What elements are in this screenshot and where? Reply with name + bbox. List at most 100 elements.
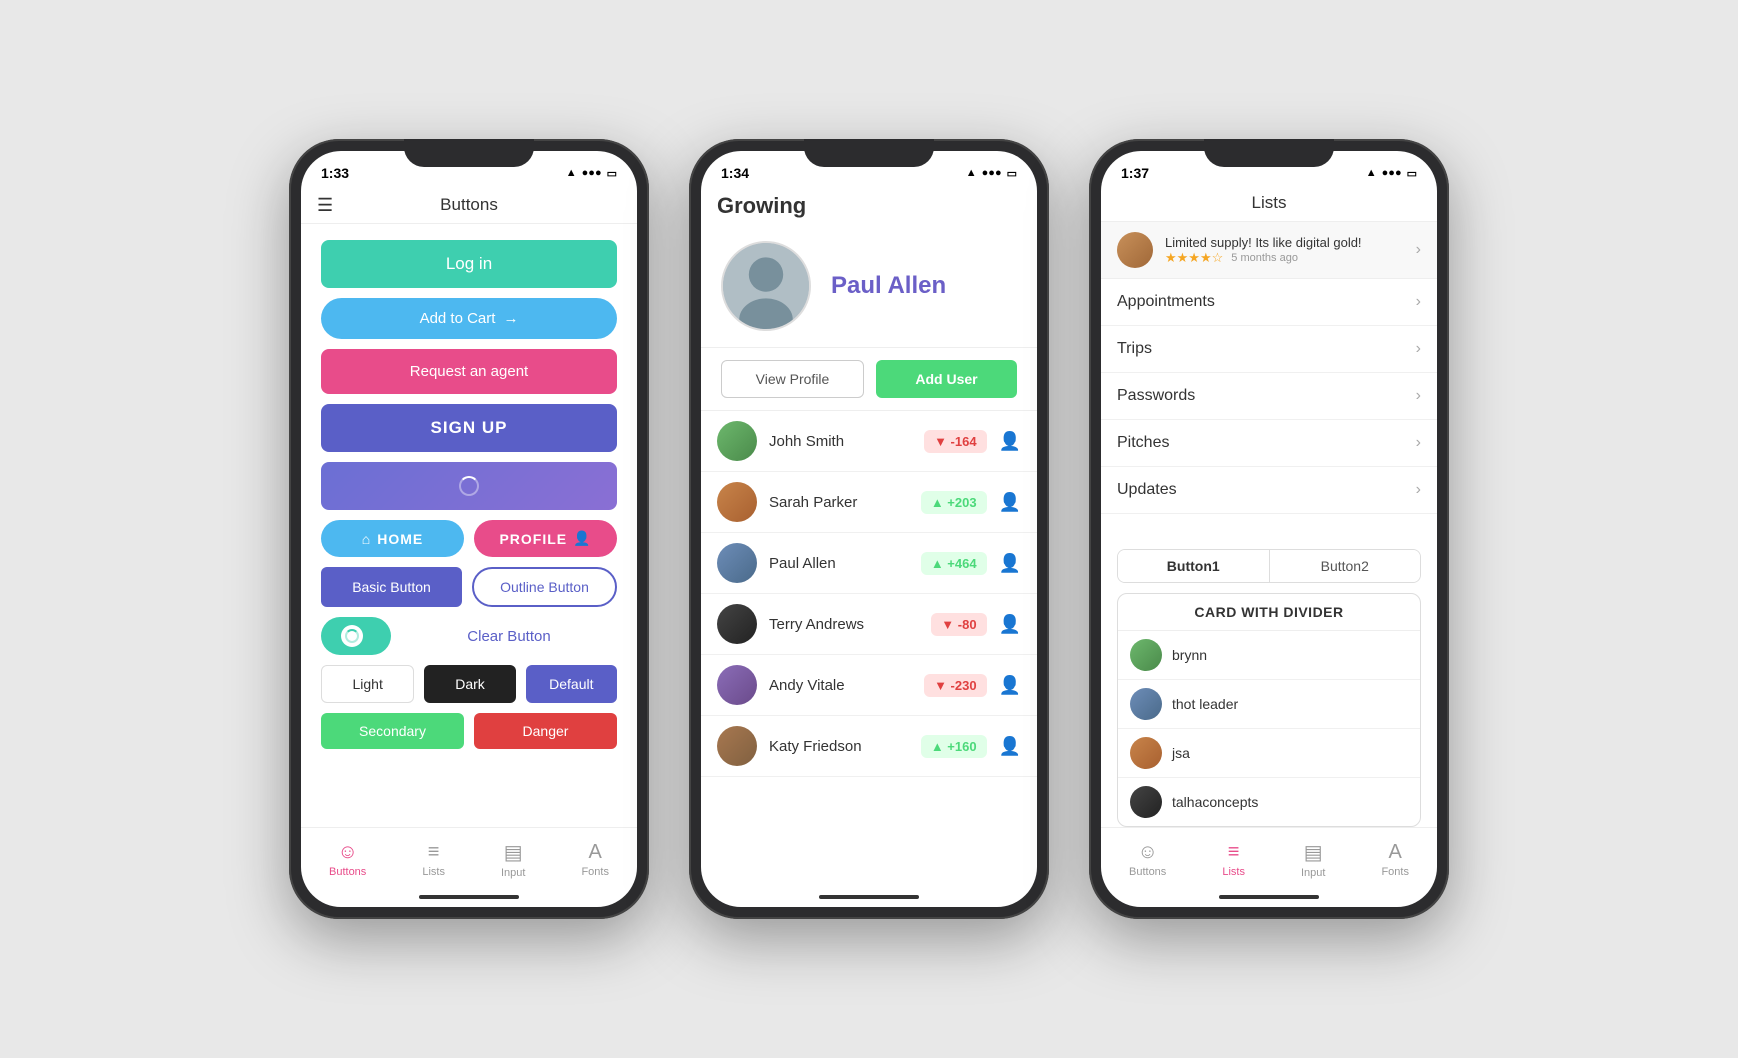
appointments-chevron-icon: › [1416,293,1421,311]
list-item-updates[interactable]: Updates › [1101,467,1437,514]
nav-buttons[interactable]: ☺ Buttons [321,837,374,882]
bottom-nav-1: ☺ Buttons ≡ Lists ▤ Input A Fonts [301,827,637,887]
addcart-button[interactable]: Add to Cart → [321,298,617,339]
phone2-header: Growing [701,187,1037,225]
input-icon: ▤ [504,840,523,865]
phone-growing: 1:34 ▲ ●●● ▭ Growing [689,139,1049,919]
buttons-content: Log in Add to Cart → Request an agent SI… [301,224,637,827]
light-button[interactable]: Light [321,665,414,703]
review-item[interactable]: Limited supply! Its like digital gold! ★… [1101,222,1437,279]
view-profile-button[interactable]: View Profile [721,360,864,398]
secondary-button[interactable]: Secondary [321,713,464,749]
list-item-appointments[interactable]: Appointments › [1101,279,1437,326]
tab-button2[interactable]: Button2 [1270,550,1421,582]
profile-name: Paul Allen [831,272,946,300]
table-row: Paul Allen ▲ +464 👤 [701,533,1037,594]
page-title-1: Buttons [440,195,498,215]
home-bar-2 [819,895,919,899]
status-time-1: 1:33 [321,165,349,181]
list-item-passwords[interactable]: Passwords › [1101,373,1437,420]
user-name-2: Paul Allen [769,555,909,572]
user-action-icon-4[interactable]: 👤 [999,675,1021,696]
login-button[interactable]: Log in [321,240,617,288]
user-avatar-5 [717,726,757,766]
updates-label: Updates [1117,481,1177,499]
home-button[interactable]: ⌂ HOME [321,520,464,557]
profile-section: Paul Allen [701,225,1037,348]
signup-button[interactable]: SIGN UP [321,404,617,452]
dark-button[interactable]: Dark [424,665,515,703]
main-avatar [721,241,811,331]
user-avatar-4 [717,665,757,705]
signal-icon: ●●● [582,167,602,179]
nav-3-lists[interactable]: ≡ Lists [1214,837,1253,882]
nav-3-fonts[interactable]: A Fonts [1373,837,1417,882]
tab-button1[interactable]: Button1 [1118,550,1270,582]
user-action-icon-5[interactable]: 👤 [999,736,1021,757]
clear-button[interactable]: Clear Button [401,620,617,653]
profile-icon: 👤 [573,530,591,547]
card-username-1: thot leader [1172,696,1238,712]
passwords-label: Passwords [1117,387,1195,405]
nav-lists[interactable]: ≡ Lists [414,837,453,882]
nav-lists-label: Lists [422,866,445,878]
card-list-item: talhaconcepts [1118,778,1420,826]
table-row: Katy Friedson ▲ +160 👤 [701,716,1037,777]
nav-3-fonts-label: Fonts [1381,866,1409,878]
card-avatar-1 [1130,688,1162,720]
toggle-button[interactable] [321,617,391,655]
danger-button[interactable]: Danger [474,713,617,749]
score-badge-5: ▲ +160 [921,735,987,758]
card-avatar-0 [1130,639,1162,671]
nav-input[interactable]: ▤ Input [493,836,533,883]
profile-buttons: View Profile Add User [701,348,1037,411]
status-icons-3: ▲ ●●● ▭ [1366,167,1417,180]
profile-button[interactable]: PROFILE 👤 [474,520,617,557]
outline-button[interactable]: Outline Button [472,567,617,607]
agent-button[interactable]: Request an agent [321,349,617,394]
score-badge-0: ▼ -164 [924,430,987,453]
smiley-icon: ☺ [337,841,357,864]
phone-lists: 1:37 ▲ ●●● ▭ Lists Limited supply! Its l… [1089,139,1449,919]
table-row: Terry Andrews ▼ -80 👤 [701,594,1037,655]
loading-button[interactable] [321,462,617,510]
trips-chevron-icon: › [1416,340,1421,358]
basic-button[interactable]: Basic Button [321,567,462,607]
phone1-header: ☰ Buttons [301,187,637,224]
user-name-4: Andy Vitale [769,677,912,694]
input-icon-3: ▤ [1304,840,1323,865]
user-action-icon-1[interactable]: 👤 [999,492,1021,513]
light-dark-row: Light Dark Default [321,665,617,703]
table-row: Sarah Parker ▲ +203 👤 [701,472,1037,533]
hamburger-icon[interactable]: ☰ [317,195,333,216]
home-label: HOME [377,531,423,547]
nav-3-buttons[interactable]: ☺ Buttons [1121,837,1174,882]
list-item-pitches[interactable]: Pitches › [1101,420,1437,467]
wifi-icon-3: ▲ [1366,167,1377,179]
profile-label: PROFILE [499,531,567,547]
user-action-icon-2[interactable]: 👤 [999,553,1021,574]
user-action-icon-0[interactable]: 👤 [999,431,1021,452]
user-action-icon-3[interactable]: 👤 [999,614,1021,635]
battery-icon-2: ▭ [1007,167,1017,180]
status-icons-1: ▲ ●●● ▭ [566,167,617,180]
home-indicator-2 [701,887,1037,907]
notch-1 [404,139,534,167]
default-button[interactable]: Default [526,665,617,703]
toggle-dot [341,625,363,647]
nav-3-input[interactable]: ▤ Input [1293,836,1333,883]
passwords-chevron-icon: › [1416,387,1421,405]
nav-fonts-label: Fonts [581,866,609,878]
card-username-0: brynn [1172,647,1207,663]
card-avatar-3 [1130,786,1162,818]
status-icons-2: ▲ ●●● ▭ [966,167,1017,180]
basic-outline-row: Basic Button Outline Button [321,567,617,607]
reviewer-avatar [1117,232,1153,268]
app-name: Growing [717,193,806,219]
add-user-button[interactable]: Add User [876,360,1017,398]
list-item-trips[interactable]: Trips › [1101,326,1437,373]
nav-3-buttons-label: Buttons [1129,866,1166,878]
arrow-icon: → [503,310,518,327]
battery-icon-3: ▭ [1407,167,1417,180]
nav-fonts[interactable]: A Fonts [573,837,617,882]
